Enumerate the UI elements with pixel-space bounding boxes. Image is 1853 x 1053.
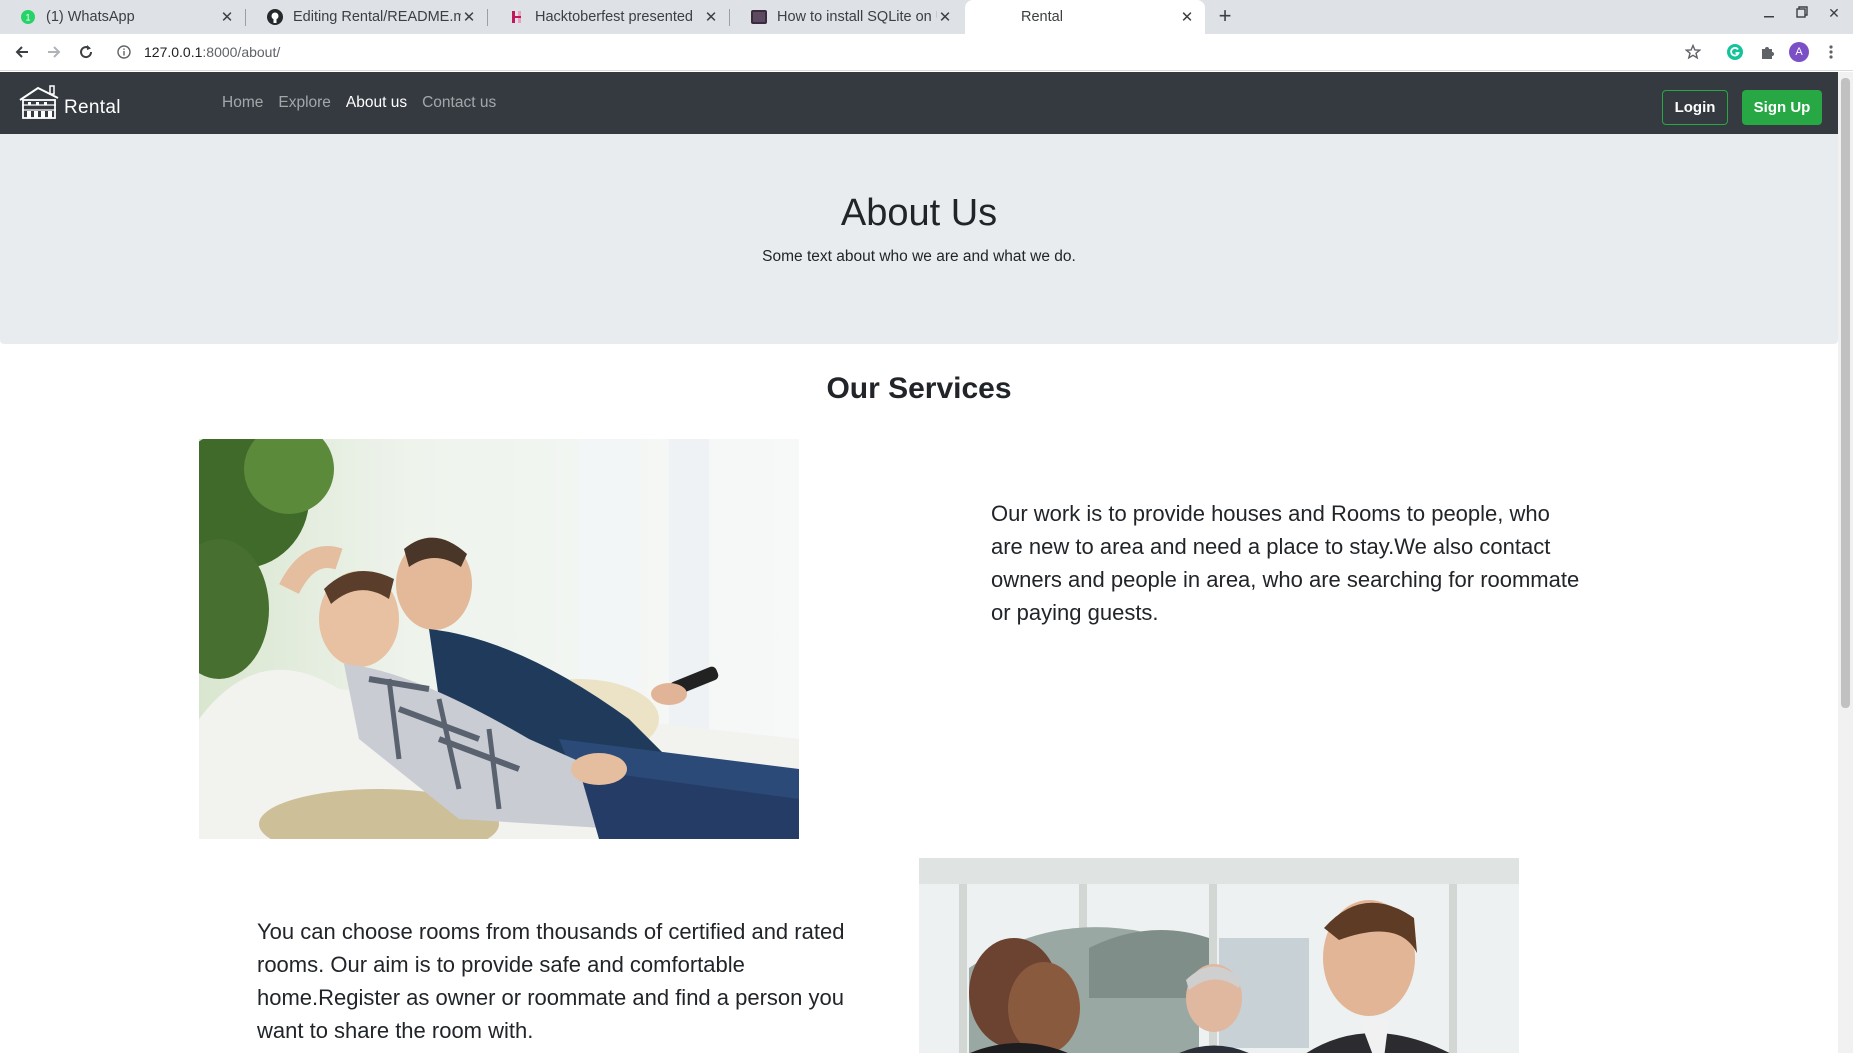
svg-text:1: 1 [25, 13, 30, 23]
about-hero: About Us Some text about who we are and … [0, 134, 1838, 344]
tab-separator [729, 9, 730, 26]
tab-title: Rental [1021, 9, 1063, 25]
site-info-icon[interactable] [116, 44, 132, 60]
nav-link-explore[interactable]: Explore [278, 94, 331, 112]
close-window-icon[interactable]: ✕ [1822, 5, 1846, 22]
close-tab-icon[interactable]: ✕ [703, 8, 719, 26]
whatsapp-icon: 1 [20, 9, 36, 25]
nav-link-about[interactable]: About us [346, 94, 407, 112]
tab-separator [245, 9, 246, 26]
brand-logo[interactable]: Rental [18, 84, 121, 120]
github-icon [267, 9, 283, 25]
new-tab-button[interactable]: + [1212, 4, 1238, 30]
back-arrow-icon[interactable] [10, 40, 34, 64]
tab-separator [487, 9, 488, 26]
close-tab-icon[interactable]: ✕ [1179, 8, 1195, 26]
signup-button[interactable]: Sign Up [1742, 90, 1822, 125]
address-bar[interactable]: 127.0.0.1:8000/about/ [108, 37, 1708, 67]
page-subtitle: Some text about who we are and what we d… [762, 248, 1076, 265]
nav-link-contact[interactable]: Contact us [422, 94, 496, 112]
page-viewport: Rental Home Explore About us Contact us … [0, 72, 1838, 1053]
services-photo-meeting [919, 858, 1519, 1053]
extensions-puzzle-icon[interactable] [1756, 41, 1778, 63]
services-text-rooms: You can choose rooms from thousands of c… [257, 919, 845, 1043]
site-navbar: Rental Home Explore About us Contact us … [0, 72, 1838, 134]
reload-icon[interactable] [74, 40, 98, 64]
restore-icon[interactable] [1790, 5, 1814, 21]
close-tab-icon[interactable]: ✕ [219, 8, 235, 26]
page-title: About Us [840, 192, 998, 234]
scrollbar-thumb[interactable] [1841, 78, 1850, 708]
browser-tab-github[interactable]: Editing Rental/README.md ✕ [247, 0, 488, 34]
close-tab-icon[interactable]: ✕ [461, 8, 477, 26]
profile-avatar[interactable]: A [1788, 41, 1810, 63]
grammarly-icon[interactable] [1724, 41, 1746, 63]
services-heading: Our Services [826, 372, 1012, 405]
browser-toolbar: 127.0.0.1:8000/about/ A [0, 34, 1853, 71]
close-tab-icon[interactable]: ✕ [937, 8, 953, 26]
main-nav: Home Explore About us Contact us [222, 72, 511, 134]
services-text-houses: Our work is to provide houses and Rooms … [991, 501, 1580, 625]
page-scrollbar[interactable] [1838, 72, 1853, 1053]
tab-title: (1) WhatsApp [46, 9, 135, 25]
blank-favicon [985, 9, 1001, 25]
login-button[interactable]: Login [1662, 90, 1728, 125]
browser-tab-hacktoberfest[interactable]: Hacktoberfest presented ✕ [489, 0, 730, 34]
browser-tab-rental[interactable]: Rental ✕ [965, 0, 1205, 34]
url-host: 127.0.0.1 [144, 44, 203, 60]
page-icon [751, 9, 767, 25]
tab-title: Hacktoberfest presented [535, 9, 693, 25]
more-menu-icon[interactable] [1820, 41, 1842, 63]
browser-tab-whatsapp[interactable]: 1 (1) WhatsApp ✕ [0, 0, 246, 34]
tab-title: Editing Rental/README.md [293, 9, 461, 25]
minimize-icon[interactable] [1757, 5, 1781, 21]
avatar: A [1789, 42, 1809, 62]
forward-arrow-icon[interactable] [42, 40, 66, 64]
hacktoberfest-icon [509, 9, 525, 25]
brand-name: Rental [64, 97, 121, 118]
url-text[interactable]: 127.0.0.1:8000/about/ [144, 44, 280, 60]
house-logo-icon [19, 85, 59, 119]
nav-link-home[interactable]: Home [222, 94, 263, 112]
url-path: :8000/about/ [202, 44, 281, 60]
browser-tabstrip: 1 (1) WhatsApp ✕ Editing Rental/README.m… [0, 0, 1853, 34]
services-photo-relaxing [199, 439, 799, 839]
browser-tab-sqlite[interactable]: How to install SQLite on U ✕ [731, 0, 963, 34]
tab-title: How to install SQLite on U [777, 9, 937, 25]
bookmark-star-icon[interactable] [1682, 41, 1704, 63]
